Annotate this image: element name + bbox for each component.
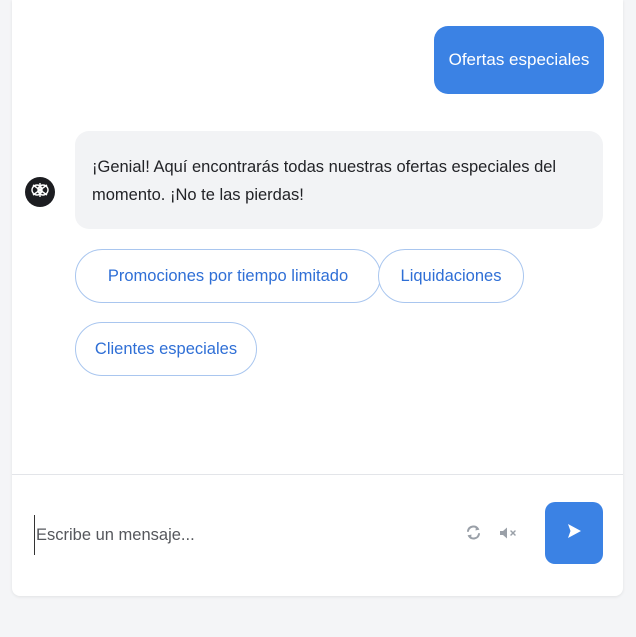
message-composer [12,475,623,596]
refresh-icon [465,524,482,546]
quick-reply-promociones[interactable]: Promociones por tiempo limitado [75,249,381,303]
message-input[interactable] [34,515,436,555]
chat-window: Ofertas especiales ¡Genial! Aquí encontr… [12,0,623,596]
user-message-bubble: Ofertas especiales [434,26,604,94]
message-list: Ofertas especiales ¡Genial! Aquí encontr… [12,0,623,473]
quick-reply-clientes-especiales[interactable]: Clientes especiales [75,322,257,376]
quick-reply-liquidaciones[interactable]: Liquidaciones [378,249,524,303]
send-icon [565,522,583,545]
bot-message-bubble: ¡Genial! Aquí encontrarás todas nuestras… [75,131,603,229]
bot-logo-icon [29,181,51,204]
send-button[interactable] [545,502,603,564]
volume-mute-icon [499,526,519,545]
user-message-text: Ofertas especiales [448,50,590,69]
mute-button[interactable] [499,527,519,543]
bot-avatar [25,177,55,207]
bot-message-text: ¡Genial! Aquí encontrarás todas nuestras… [92,158,557,204]
refresh-button[interactable] [464,524,482,546]
